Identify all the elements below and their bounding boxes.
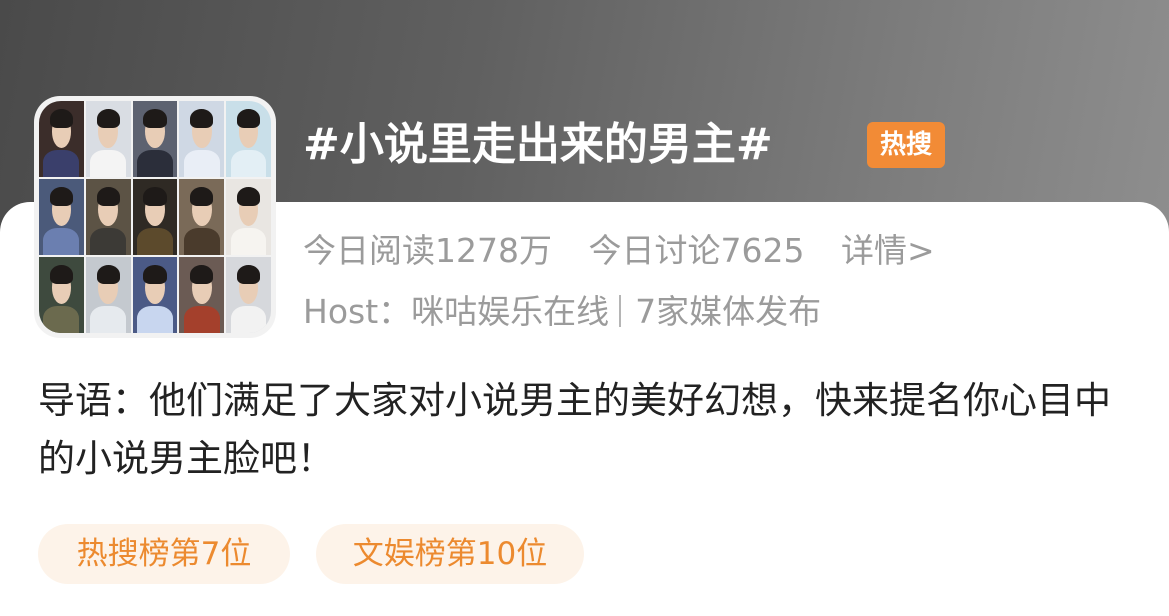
cover-portrait-tile xyxy=(39,101,84,177)
cover-portrait-tile xyxy=(179,179,225,255)
details-link[interactable]: 详情> xyxy=(841,226,935,276)
host-name[interactable]: Host：咪咕娱乐在线 xyxy=(303,292,609,331)
hot-search-rank-tag[interactable]: 热搜榜第7位 xyxy=(38,524,290,584)
portrait-hair xyxy=(49,108,74,129)
media-count[interactable]: 7家媒体发布 xyxy=(635,292,821,331)
cover-portrait-tile xyxy=(226,179,271,255)
portrait-robe xyxy=(230,149,267,177)
portrait-robe xyxy=(90,227,127,255)
cover-portrait-tile xyxy=(39,179,84,255)
portrait-robe xyxy=(183,305,220,333)
portrait-hair xyxy=(49,264,74,285)
portrait-robe xyxy=(137,305,173,333)
portrait-robe xyxy=(137,227,173,255)
portrait-hair xyxy=(143,186,167,207)
portrait-hair xyxy=(236,108,261,129)
cover-photo-grid xyxy=(39,101,271,333)
cover-portrait-tile xyxy=(85,257,131,333)
portrait-hair xyxy=(96,264,120,285)
entertainment-rank-tag[interactable]: 文娱榜第10位 xyxy=(316,524,584,584)
portrait-hair xyxy=(236,186,261,207)
cover-portrait-tile xyxy=(179,257,225,333)
cover-portrait-tile xyxy=(39,257,84,333)
host-info: Host：咪咕娱乐在线 7家媒体发布 xyxy=(303,287,821,337)
portrait-robe xyxy=(183,227,220,255)
portrait-hair xyxy=(190,264,214,285)
portrait-robe xyxy=(230,305,267,333)
read-count: 今日阅读1278万 xyxy=(303,231,552,270)
cover-portrait-tile xyxy=(179,101,225,177)
cover-portrait-tile xyxy=(226,257,271,333)
portrait-robe xyxy=(230,227,267,255)
portrait-hair xyxy=(190,186,214,207)
hot-search-badge: 热搜 xyxy=(867,122,945,168)
portrait-robe xyxy=(43,227,80,255)
cover-portrait-tile xyxy=(226,101,271,177)
portrait-robe xyxy=(43,305,80,333)
portrait-robe xyxy=(137,149,173,177)
topic-stats: 今日阅读1278万 今日讨论7625 详情> xyxy=(303,226,935,276)
cover-portrait-tile xyxy=(85,101,131,177)
portrait-robe xyxy=(90,305,127,333)
portrait-hair xyxy=(143,108,167,129)
portrait-robe xyxy=(183,149,220,177)
portrait-hair xyxy=(49,186,74,207)
portrait-hair xyxy=(96,108,120,129)
host-divider xyxy=(619,295,622,327)
portrait-hair xyxy=(96,186,120,207)
cover-portrait-tile xyxy=(85,179,131,255)
portrait-hair xyxy=(143,264,167,285)
topic-title: #小说里走出来的男主# xyxy=(303,119,773,170)
cover-portrait-tile xyxy=(132,101,178,177)
topic-intro: 导语：他们满足了大家对小说男主的美好幻想，快来提名你心目中的小说男主脸吧！ xyxy=(38,379,1111,480)
discussion-count: 今日讨论7625 xyxy=(588,231,805,270)
portrait-robe xyxy=(90,149,127,177)
topic-cover-image[interactable] xyxy=(34,96,276,338)
portrait-robe xyxy=(43,149,80,177)
cover-portrait-tile xyxy=(132,257,178,333)
portrait-hair xyxy=(236,264,261,285)
portrait-hair xyxy=(190,108,214,129)
cover-portrait-tile xyxy=(132,179,178,255)
